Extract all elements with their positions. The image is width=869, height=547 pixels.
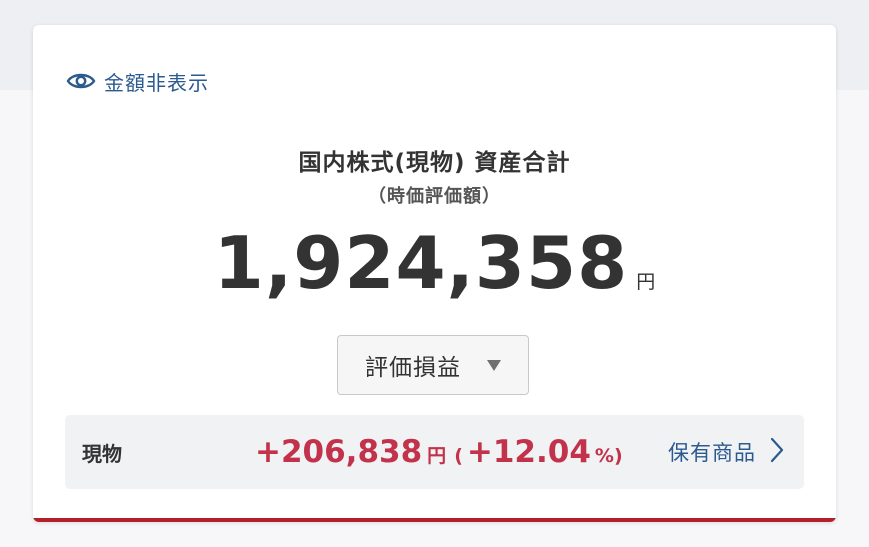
holdings-link-label: 保有商品 bbox=[668, 441, 756, 465]
asset-subtitle: （時価評価額） bbox=[368, 186, 501, 207]
holdings-link[interactable]: 保有商品 bbox=[668, 437, 784, 467]
asset-summary-card: 金額非表示 国内株式(現物) 資産合計 （時価評価額） 1,924,358 円 評… bbox=[33, 25, 836, 522]
metric-select-value: 評価損益 bbox=[365, 355, 461, 381]
total-amount: 1,924,358 bbox=[213, 221, 629, 305]
asset-title: 国内株式(現物) 資産合計 bbox=[298, 150, 571, 176]
gain-paren-open: ( bbox=[454, 445, 463, 467]
gain-percent-unit: %) bbox=[594, 445, 623, 467]
gain-value: +206,838 bbox=[255, 434, 423, 470]
eye-icon bbox=[66, 70, 96, 92]
unrealized-gain: +206,838 円 (+12.04%) bbox=[255, 434, 623, 470]
hide-amount-label: 金額非表示 bbox=[104, 70, 209, 95]
total-unit: 円 bbox=[636, 271, 656, 293]
chevron-right-icon bbox=[770, 437, 784, 467]
caret-down-icon bbox=[487, 359, 501, 371]
total-assets: 1,924,358 円 bbox=[33, 221, 836, 305]
gain-unit: 円 bbox=[427, 445, 447, 467]
metric-select[interactable]: 評価損益 bbox=[337, 335, 529, 395]
card-accent-bar bbox=[33, 518, 836, 522]
hide-amount-toggle[interactable]: 金額非表示 bbox=[66, 67, 209, 95]
holdings-row-label: 現物 bbox=[82, 441, 122, 466]
gain-percent: +12.04 bbox=[466, 434, 591, 470]
holdings-row[interactable]: 現物 +206,838 円 (+12.04%) 保有商品 bbox=[65, 415, 804, 489]
